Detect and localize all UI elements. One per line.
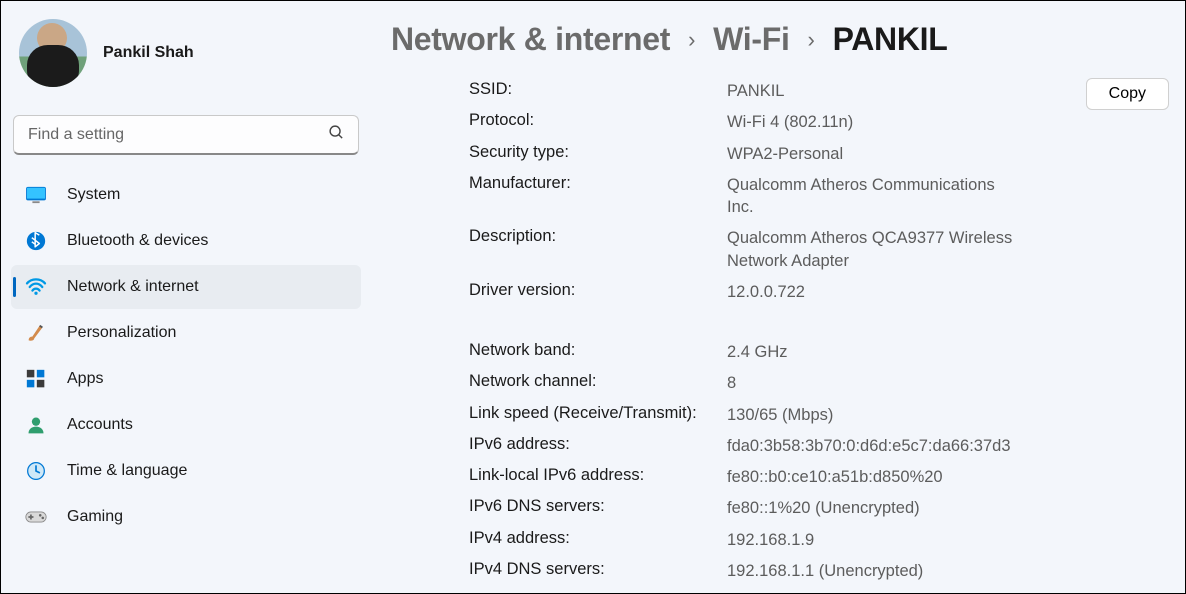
- prop-value: 192.168.1.9: [727, 529, 1171, 551]
- prop-value: 130/65 (Mbps): [727, 404, 1171, 426]
- sidebar-item-apps[interactable]: Apps: [11, 357, 361, 401]
- prop-value: WPA2-Personal: [727, 143, 1171, 165]
- prop-label: Network channel:: [469, 372, 727, 394]
- profile[interactable]: Pankil Shah: [9, 11, 363, 105]
- sidebar-item-bluetooth[interactable]: Bluetooth & devices: [11, 219, 361, 263]
- section-gap: [469, 312, 1171, 332]
- prop-value: fe80::1%20 (Unencrypted): [727, 497, 1171, 519]
- prop-label: SSID:: [469, 80, 727, 102]
- apps-icon: [25, 368, 47, 390]
- gamepad-icon: [25, 506, 47, 528]
- chevron-right-icon: ›: [808, 27, 815, 53]
- sidebar-item-gaming[interactable]: Gaming: [11, 495, 361, 539]
- prop-label: IPv4 DNS servers:: [469, 560, 727, 582]
- profile-name: Pankil Shah: [103, 44, 194, 62]
- sidebar-item-personalization[interactable]: Personalization: [11, 311, 361, 355]
- sidebar-item-label: Accounts: [67, 416, 133, 434]
- prop-value: 8: [727, 372, 1171, 394]
- sidebar-item-label: System: [67, 186, 120, 204]
- sidebar-item-time[interactable]: Time & language: [11, 449, 361, 493]
- nav: System Bluetooth & devices Network & int…: [9, 173, 363, 539]
- sidebar-item-label: Gaming: [67, 508, 123, 526]
- prop-label: Link speed (Receive/Transmit):: [469, 404, 727, 426]
- prop-value: Wi-Fi 4 (802.11n): [727, 111, 1171, 133]
- sidebar-item-label: Apps: [67, 370, 103, 388]
- prop-label: IPv6 address:: [469, 435, 727, 457]
- breadcrumb-current: PANKIL: [833, 21, 948, 58]
- prop-label: Network band:: [469, 341, 727, 363]
- prop-value: Qualcomm Atheros Communications Inc.: [727, 174, 1171, 219]
- sidebar-item-label: Time & language: [67, 462, 187, 480]
- system-icon: [25, 184, 47, 206]
- sidebar-item-label: Network & internet: [67, 278, 199, 296]
- sidebar-item-label: Personalization: [67, 324, 176, 342]
- sidebar: Pankil Shah System Bluetooth & devices: [1, 1, 371, 593]
- properties-grid: SSID: PANKIL Protocol: Wi-Fi 4 (802.11n)…: [469, 80, 1171, 582]
- prop-value: fda0:3b58:3b70:0:d6d:e5c7:da66:37d3: [727, 435, 1171, 457]
- sidebar-item-system[interactable]: System: [11, 173, 361, 217]
- brush-icon: [25, 322, 47, 344]
- content: Copy SSID: PANKIL Protocol: Wi-Fi 4 (802…: [391, 80, 1171, 582]
- sidebar-item-network[interactable]: Network & internet: [11, 265, 361, 309]
- prop-label: Security type:: [469, 143, 727, 165]
- person-icon: [25, 414, 47, 436]
- search-box: [13, 115, 359, 155]
- prop-label: Manufacturer:: [469, 174, 727, 219]
- prop-value: 12.0.0.722: [727, 281, 1171, 303]
- prop-value: 192.168.1.1 (Unencrypted): [727, 560, 1171, 582]
- sidebar-item-accounts[interactable]: Accounts: [11, 403, 361, 447]
- wifi-icon: [25, 276, 47, 298]
- prop-label: IPv4 address:: [469, 529, 727, 551]
- prop-label: Description:: [469, 227, 727, 272]
- search-icon: [328, 124, 345, 146]
- chevron-right-icon: ›: [688, 27, 695, 53]
- prop-value: 2.4 GHz: [727, 341, 1171, 363]
- sidebar-item-label: Bluetooth & devices: [67, 232, 208, 250]
- breadcrumb: Network & internet › Wi-Fi › PANKIL: [391, 1, 1171, 80]
- bluetooth-icon: [25, 230, 47, 252]
- avatar: [19, 19, 87, 87]
- prop-label: IPv6 DNS servers:: [469, 497, 727, 519]
- search-input[interactable]: [13, 115, 359, 155]
- prop-value: fe80::b0:ce10:a51b:d850%20: [727, 466, 1171, 488]
- prop-label: Protocol:: [469, 111, 727, 133]
- clock-icon: [25, 460, 47, 482]
- main: Network & internet › Wi-Fi › PANKIL Copy…: [371, 1, 1185, 593]
- prop-value: Qualcomm Atheros QCA9377 Wireless Networ…: [727, 227, 1171, 272]
- copy-button[interactable]: Copy: [1086, 78, 1169, 110]
- breadcrumb-network[interactable]: Network & internet: [391, 21, 670, 58]
- prop-label: Link-local IPv6 address:: [469, 466, 727, 488]
- prop-label: Driver version:: [469, 281, 727, 303]
- breadcrumb-wifi[interactable]: Wi-Fi: [713, 21, 789, 58]
